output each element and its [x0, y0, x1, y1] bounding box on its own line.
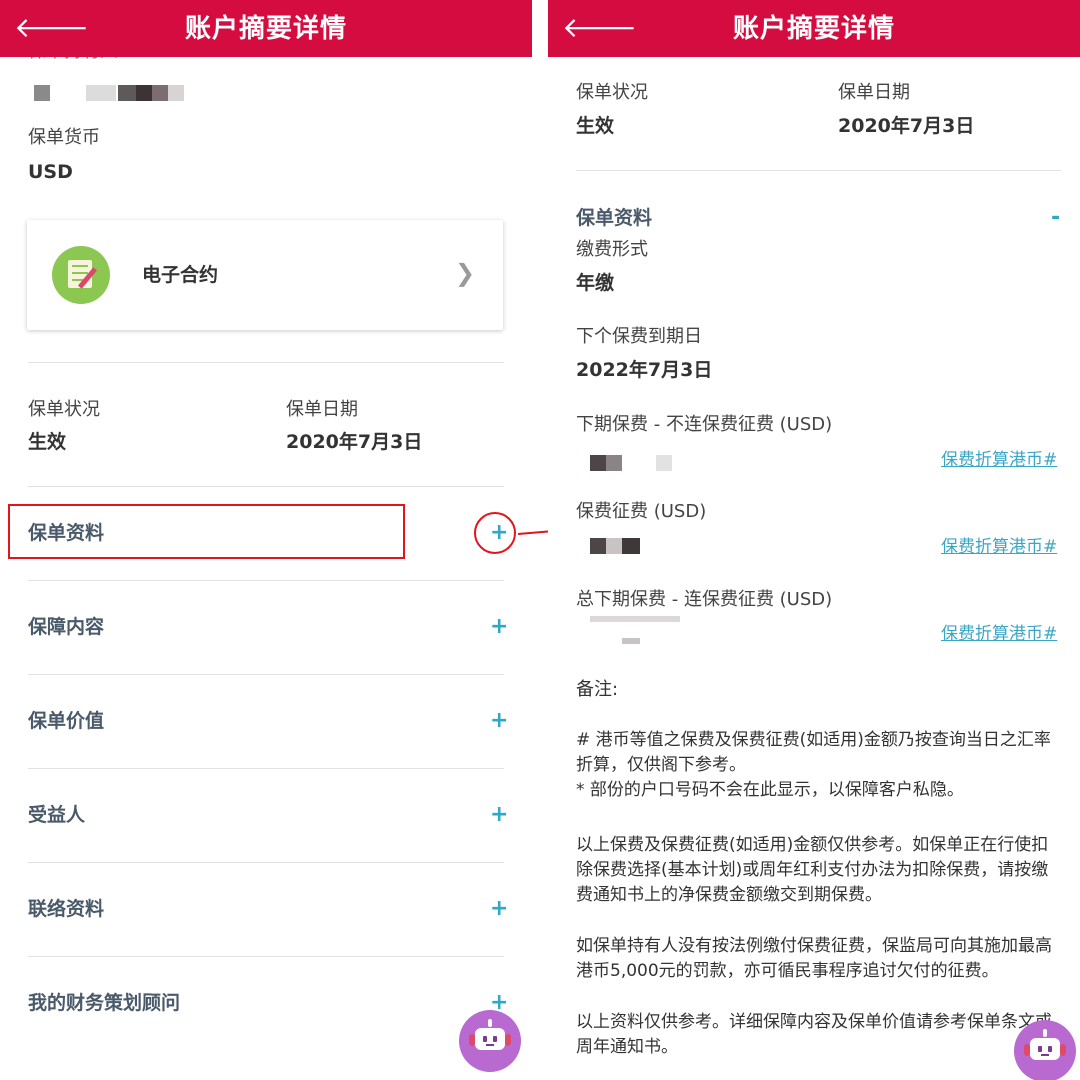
- app-header: 🡐 账户摘要详情: [548, 0, 1080, 57]
- section-title: 保障内容: [28, 616, 105, 638]
- status-value: 生效: [28, 431, 67, 453]
- levy-label: 保费征费 (USD): [576, 501, 707, 522]
- annotation-highlight-box: [8, 504, 405, 559]
- divider: [28, 956, 504, 957]
- plus-icon[interactable]: +: [490, 802, 508, 828]
- hkd-conversion-link[interactable]: 保费折算港币#: [941, 449, 1057, 471]
- chatbot-robot-icon[interactable]: [459, 1010, 521, 1072]
- app-header: 🡐 账户摘要详情: [0, 0, 532, 57]
- econtract-label: 电子合约: [142, 264, 219, 286]
- date-label: 保单日期: [838, 82, 910, 103]
- divider: [576, 170, 1061, 171]
- section-title: 我的财务策划顾问: [28, 992, 181, 1014]
- payment-mode-value: 年缴: [576, 272, 615, 294]
- section-title: 保单价值: [28, 710, 105, 732]
- section-title: 受益人: [28, 804, 86, 826]
- section-title: 联络资料: [28, 898, 105, 920]
- status-label: 保单状况: [28, 399, 100, 420]
- plus-icon[interactable]: +: [490, 896, 508, 922]
- next-due-value: 2022年7月3日: [576, 359, 713, 381]
- right-screen: 🡐 账户摘要详情 保单状况 生效 保单日期 2020年7月3日 保单资料 - 缴…: [548, 0, 1080, 1080]
- note-privacy: * 部份的户口号码不会在此显示，以保障客户私隐。: [576, 780, 964, 800]
- econtract-card[interactable]: 电子合约 ❯: [27, 220, 503, 330]
- annotation-highlight-circle: [474, 512, 516, 554]
- plus-icon[interactable]: +: [490, 614, 508, 640]
- next-due-label: 下个保费到期日: [576, 326, 702, 347]
- divider: [28, 486, 504, 487]
- hkd-conversion-link[interactable]: 保费折算港币#: [941, 623, 1057, 645]
- paragraph-levy-penalty: 如保单持有人没有按法例缴付保费征费，保监局可向其施加最高港币5,000元的罚款，…: [576, 936, 1052, 981]
- divider: [28, 362, 504, 363]
- divider: [28, 580, 504, 581]
- section-title: 保单资料: [576, 207, 653, 229]
- date-label: 保单日期: [286, 399, 358, 420]
- document-edit-icon: [52, 246, 110, 304]
- divider: [28, 862, 504, 863]
- status-value: 生效: [576, 115, 615, 137]
- date-value: 2020年7月3日: [838, 115, 975, 137]
- remarks-label: 备注:: [576, 679, 619, 700]
- payment-mode-label: 缴费形式: [576, 239, 648, 260]
- page-title: 账户摘要详情: [184, 14, 347, 44]
- divider: [28, 768, 504, 769]
- chevron-right-icon: ❯: [455, 259, 476, 287]
- page-title: 账户摘要详情: [732, 14, 895, 44]
- date-value: 2020年7月3日: [286, 431, 423, 453]
- note-hkd-conversion: # 港币等值之保费及保费征费(如适用)金额乃按查询当日之汇率折算，仅供阁下参考。: [576, 730, 1051, 775]
- premium-excl-levy-label: 下期保费 - 不连保费征费 (USD): [576, 414, 833, 435]
- divider: [28, 674, 504, 675]
- plus-icon[interactable]: +: [490, 708, 508, 734]
- premium-incl-levy-label: 总下期保费 - 连保费征费 (USD): [576, 589, 833, 610]
- paragraph-premium-reference: 以上保费及保费征费(如适用)金额仅供参考。如保单正在行使扣除保费选择(基本计划)…: [576, 835, 1049, 905]
- currency-label: 保单货币: [28, 127, 100, 148]
- currency-value: USD: [28, 161, 73, 183]
- minus-icon[interactable]: -: [1051, 205, 1060, 231]
- status-label: 保单状况: [576, 82, 648, 103]
- left-screen: 保单持有人 保单货币 USD 电子合约 ❯ 保单状况 生效 保单日期 2020年…: [0, 0, 532, 1080]
- paragraph-reference-only: 以上资料仅供参考。详细保障内容及保单价值请参考保单条文或周年通知书。: [576, 1012, 1052, 1057]
- chatbot-robot-icon[interactable]: [1014, 1020, 1076, 1080]
- hkd-conversion-link[interactable]: 保费折算港币#: [941, 536, 1057, 558]
